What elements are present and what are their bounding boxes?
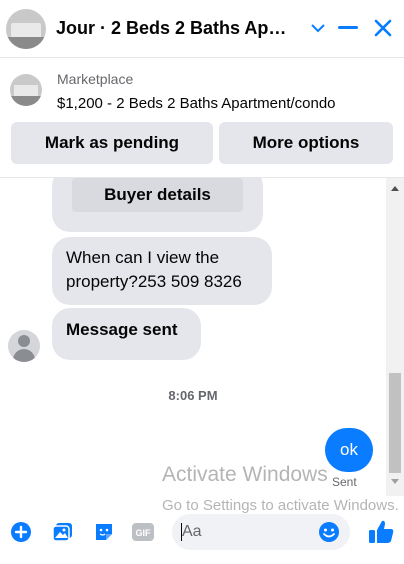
activate-windows-title: Activate Windows <box>162 463 328 486</box>
timestamp: 8:06 PM <box>168 388 218 403</box>
emoji-icon[interactable] <box>317 520 341 544</box>
marketplace-listing[interactable]: Marketplace $1,200 - 2 Beds 2 Baths Apar… <box>0 60 404 118</box>
message-composer: GIF <box>0 510 404 554</box>
plus-icon[interactable] <box>8 519 34 545</box>
buyer-details-button[interactable]: Buyer details <box>72 178 243 212</box>
scroll-up-arrow-icon[interactable] <box>391 186 399 191</box>
minimize-icon[interactable] <box>334 14 362 42</box>
conversation-title[interactable]: Jour · 2 Beds 2 Baths Apar... <box>56 18 296 39</box>
listing-description: $1,200 - 2 Beds 2 Baths Apartment/condo <box>57 95 336 112</box>
message-bubble-question: When can I view the property?253 509 832… <box>52 237 272 305</box>
message-input-wrapper[interactable] <box>172 514 350 550</box>
close-icon[interactable] <box>369 14 397 42</box>
message-input[interactable] <box>182 514 312 550</box>
like-icon[interactable] <box>366 517 396 547</box>
more-options-button[interactable]: More options <box>219 122 393 164</box>
mark-as-pending-button[interactable]: Mark as pending <box>11 122 213 164</box>
message-list[interactable]: Buyer details When can I view the proper… <box>0 178 386 496</box>
listing-avatar[interactable] <box>6 9 46 49</box>
listing-thumbnail <box>10 74 42 106</box>
outgoing-message-bubble: ok <box>325 428 373 472</box>
scrollbar-thumb[interactable] <box>389 373 401 473</box>
chevron-down-icon[interactable] <box>304 14 332 42</box>
delivery-status: Sent <box>332 475 357 489</box>
photo-icon[interactable] <box>50 519 76 545</box>
marketplace-label: Marketplace <box>57 71 134 87</box>
svg-text:GIF: GIF <box>136 528 152 538</box>
scrollbar[interactable] <box>386 178 404 496</box>
chat-header: Jour · 2 Beds 2 Baths Apar... <box>0 0 404 58</box>
avatar[interactable] <box>8 330 40 362</box>
message-bubble-status: Message sent <box>52 308 201 360</box>
gif-icon[interactable]: GIF <box>130 519 156 545</box>
scroll-down-arrow-icon[interactable] <box>391 479 399 484</box>
sticker-icon[interactable] <box>91 519 117 545</box>
